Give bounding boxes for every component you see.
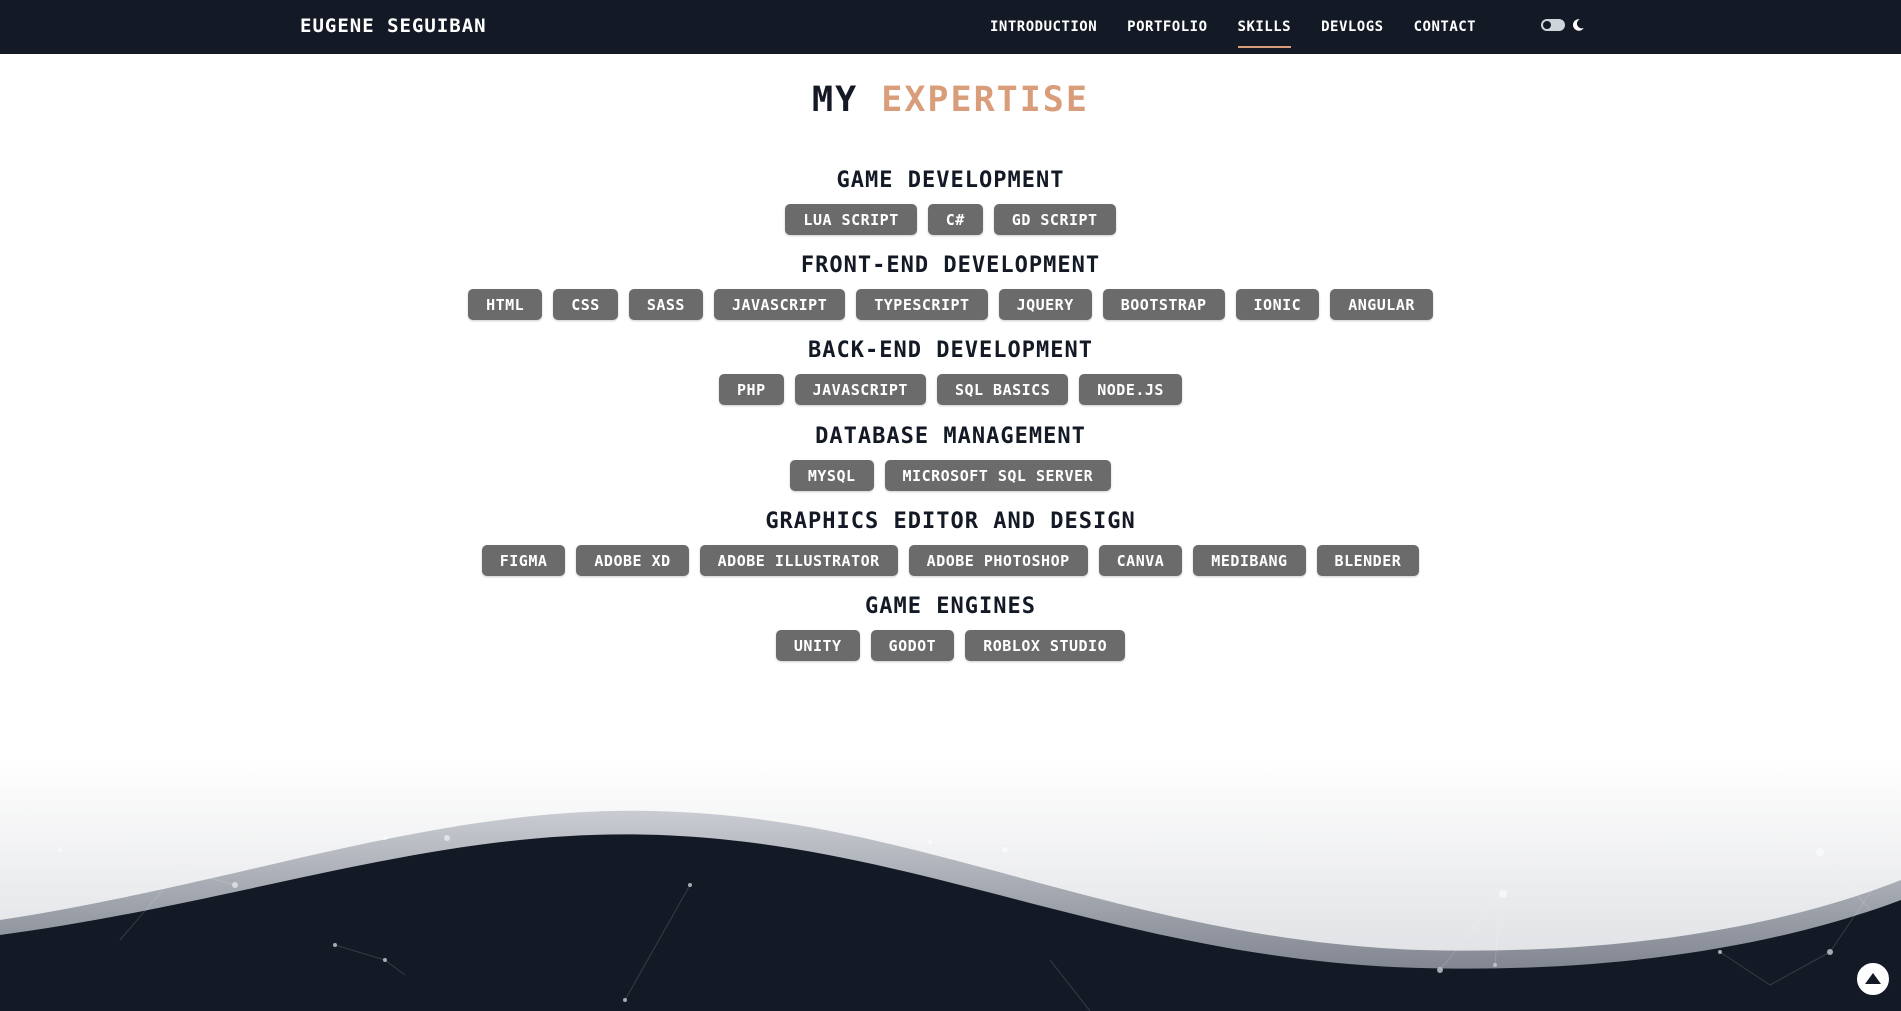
nav-link-contact[interactable]: CONTACT [1414,0,1477,54]
title-prefix: MY [812,80,859,120]
skill-chip[interactable]: BLENDER [1316,545,1420,576]
skill-chip-row: FIGMA ADOBE XD ADOBE ILLUSTRATOR ADOBE PHOT… [0,545,1901,576]
skill-chip[interactable]: NODE.JS [1079,374,1182,405]
skill-chip-row: UNITY GODOT ROBLOX STUDIO [0,630,1901,661]
section-title: MY EXPERTISE [0,80,1901,120]
skill-chip[interactable]: CANVA [1098,545,1183,576]
skill-chip-row: HTML CSS SASS JAVASCRIPT TYPESCRIPT JQUERY BOO… [0,289,1901,320]
theme-toggle[interactable] [1541,18,1585,32]
category-heading: FRONT-END DEVELOPMENT [800,253,1101,278]
skill-chip[interactable]: SQL BASICS [936,374,1069,405]
skill-chip-row: MYSQL MICROSOFT SQL SERVER [0,460,1901,491]
category-heading: GRAPHICS EDITOR AND DESIGN [765,509,1136,534]
page: EUGENE SEGUIBAN INTRODUCTION PORTFOLIO S… [0,0,1901,1011]
skill-chip[interactable]: JAVASCRIPT [794,374,926,405]
nav-links: INTRODUCTION PORTFOLIO SKILLS DEVLOGS CO… [990,0,1506,54]
skill-chip[interactable]: ROBLOX STUDIO [965,630,1126,661]
title-accent: EXPERTISE [881,80,1089,120]
skill-chip[interactable]: PHP [719,374,784,405]
skill-chip[interactable]: MICROSOFT SQL SERVER [884,460,1112,491]
category-heading: DATABASE MANAGEMENT [815,424,1086,449]
scroll-top-button[interactable] [1855,961,1891,997]
theme-toggle-switch[interactable] [1541,19,1565,31]
skill-chip[interactable]: HTML [468,289,543,320]
toggle-knob [1543,21,1551,29]
skill-chip[interactable]: UNITY [775,630,860,661]
skill-chip[interactable]: C# [927,204,983,235]
arrow-up-icon [1865,973,1881,984]
footer-wave [0,760,1901,1011]
skill-chip[interactable]: ADOBE ILLUSTRATOR [699,545,898,576]
page-title: MY EXPERTISE [812,80,1089,120]
skill-chip-row: PHP JAVASCRIPT SQL BASICS NODE.JS [0,374,1901,405]
nav-link-introduction[interactable]: INTRODUCTION [990,0,1097,54]
moon-icon [1572,19,1584,31]
skill-chip[interactable]: FIGMA [481,545,566,576]
category-heading: BACK-END DEVELOPMENT [808,338,1093,363]
skill-chip[interactable]: JQUERY [998,289,1092,320]
skill-chip[interactable]: MYSQL [789,460,874,491]
skill-chip[interactable]: SASS [628,289,703,320]
skill-chip[interactable]: LUA SCRIPT [785,204,917,235]
skill-chip[interactable]: BOOTSTRAP [1102,289,1225,320]
skill-chip[interactable]: GD SCRIPT [993,204,1116,235]
nav-link-portfolio[interactable]: PORTFOLIO [1127,0,1207,54]
nav-link-skills[interactable]: SKILLS [1237,0,1292,54]
skill-chip[interactable]: ADOBE XD [576,545,689,576]
skill-chip[interactable]: IONIC [1235,289,1320,320]
skill-chip[interactable]: MEDIBANG [1193,545,1306,576]
skill-chip[interactable]: ANGULAR [1330,289,1433,320]
category-heading: GAME DEVELOPMENT [836,168,1065,193]
skill-chip[interactable]: ADOBE PHOTOSHOP [908,545,1088,576]
category-heading: GAME ENGINES [865,594,1036,619]
skill-chip-row: LUA SCRIPT C# GD SCRIPT [0,204,1901,235]
nav-link-devlogs[interactable]: DEVLOGS [1321,0,1384,54]
brand-logo[interactable]: EUGENE SEGUIBAN [300,15,487,37]
navbar: EUGENE SEGUIBAN INTRODUCTION PORTFOLIO S… [0,0,1901,54]
skill-chip[interactable]: GODOT [870,630,955,661]
skill-chip[interactable]: JAVASCRIPT [713,289,846,320]
skill-chip[interactable]: CSS [553,289,618,320]
skill-chip[interactable]: TYPESCRIPT [856,289,988,320]
